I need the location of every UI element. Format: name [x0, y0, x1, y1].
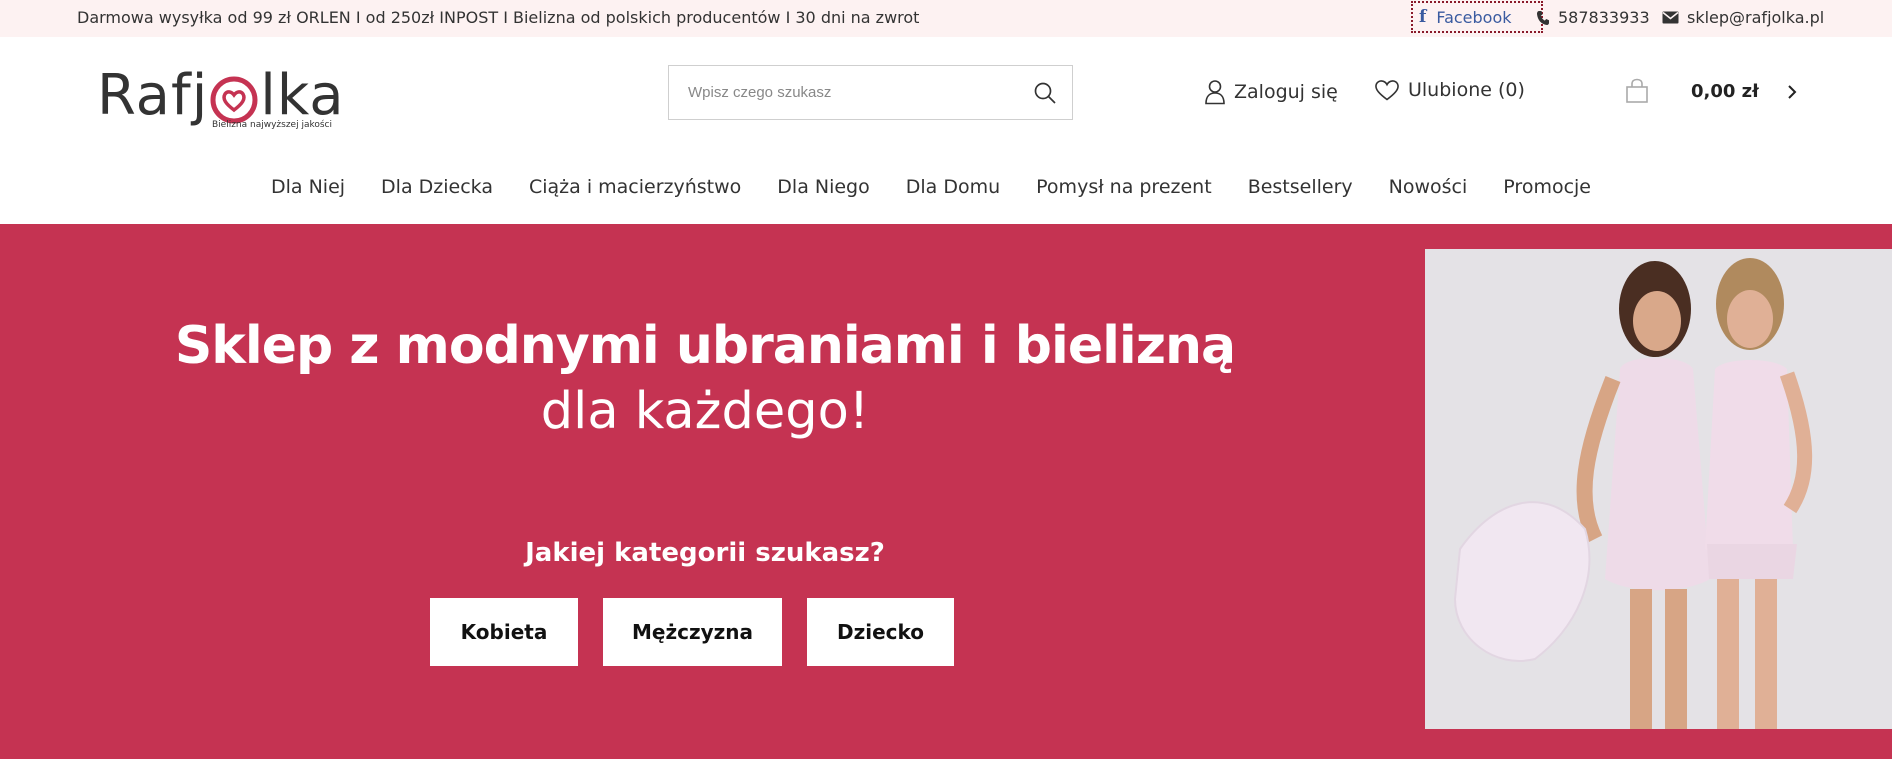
phone-icon [1536, 10, 1550, 26]
hero-banner: Sklep z modnymi ubraniami i bielizną dla… [0, 224, 1892, 759]
envelope-icon [1662, 11, 1679, 24]
nav-item-dla-domu[interactable]: Dla Domu [906, 176, 1000, 210]
logo-tagline: Bielizna najwyższej jakości [212, 120, 333, 130]
nav-item-dla-niego[interactable]: Dla Niego [777, 176, 869, 210]
nav-item-dla-dziecka[interactable]: Dla Dziecka [381, 176, 493, 210]
favorites-label: Ulubione (0) [1408, 79, 1525, 101]
shipping-promo-text: Darmowa wysyłka od 99 zł ORLEN I od 250z… [77, 8, 920, 27]
cart-button[interactable]: 0,00 zł [1625, 78, 1797, 108]
search-button[interactable] [1030, 78, 1060, 108]
nav-item-dla-niej[interactable]: Dla Niej [271, 176, 345, 210]
hero-models-image [1425, 249, 1892, 729]
nav-item-bestsellery[interactable]: Bestsellery [1248, 176, 1353, 210]
nav-item-promocje[interactable]: Promocje [1503, 176, 1591, 210]
top-info-bar: Darmowa wysyłka od 99 zł ORLEN I od 250z… [0, 0, 1892, 37]
facebook-label: Facebook [1436, 7, 1512, 27]
search-icon [1034, 82, 1056, 104]
login-label: Zaloguj się [1234, 81, 1338, 103]
facebook-link[interactable]: f Facebook [1411, 1, 1543, 33]
category-button-kobieta[interactable]: Kobieta [430, 598, 578, 666]
facebook-icon: f [1419, 7, 1427, 27]
email-address: sklep@rafjolka.pl [1687, 8, 1825, 27]
cart-bag-icon [1625, 78, 1649, 108]
site-logo[interactable]: Rafj lka Bielizna najwyższej jakości [97, 64, 344, 140]
phone-contact[interactable]: 587833933 [1536, 8, 1650, 27]
login-link[interactable]: Zaloguj się [1204, 79, 1338, 105]
heart-icon [1374, 79, 1400, 101]
email-contact[interactable]: sklep@rafjolka.pl [1662, 8, 1824, 27]
hero-subtitle: dla każdego! [540, 382, 870, 441]
hero-title: Sklep z modnymi ubraniami i bielizną [174, 316, 1236, 376]
favorites-link[interactable]: Ulubione (0) [1374, 79, 1525, 101]
user-icon [1204, 79, 1226, 105]
search-input[interactable] [669, 66, 1009, 119]
phone-number: 587833933 [1558, 8, 1650, 27]
category-button-dziecko[interactable]: Dziecko [807, 598, 954, 666]
category-button-mezczyzna[interactable]: Mężczyzna [603, 598, 782, 666]
main-navigation: Dla Niej Dla Dziecka Ciąża i macierzyńst… [0, 176, 1892, 210]
nav-item-pomysl-na-prezent[interactable]: Pomysł na prezent [1036, 176, 1212, 210]
search-box [668, 65, 1073, 120]
chevron-right-icon [1786, 84, 1798, 104]
nav-item-ciaza[interactable]: Ciąża i macierzyństwo [529, 176, 741, 210]
category-question: Jakiej kategorii szukasz? [525, 538, 885, 568]
nav-item-nowosci[interactable]: Nowości [1389, 176, 1468, 210]
cart-total: 0,00 zł [1691, 81, 1759, 102]
